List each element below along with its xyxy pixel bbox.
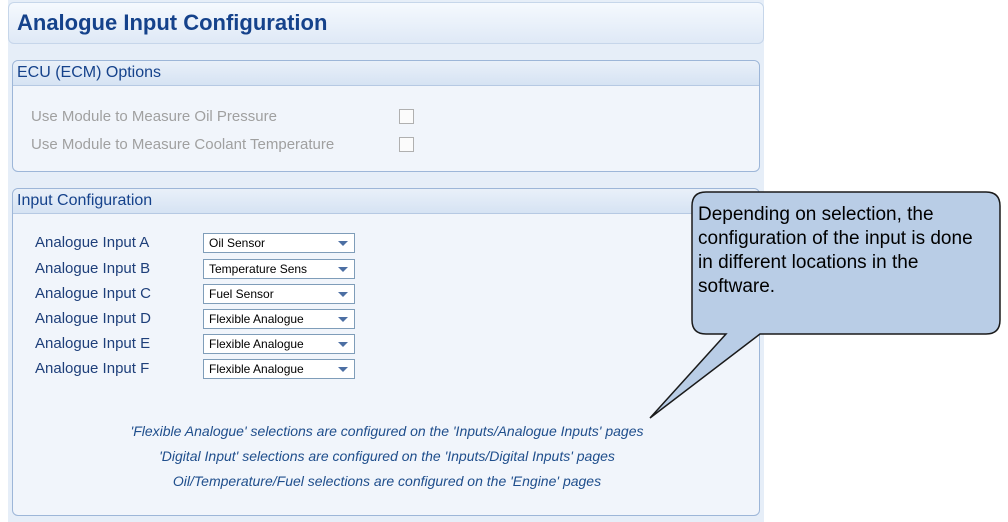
- callout-text: Depending on selection, the configuratio…: [698, 204, 973, 297]
